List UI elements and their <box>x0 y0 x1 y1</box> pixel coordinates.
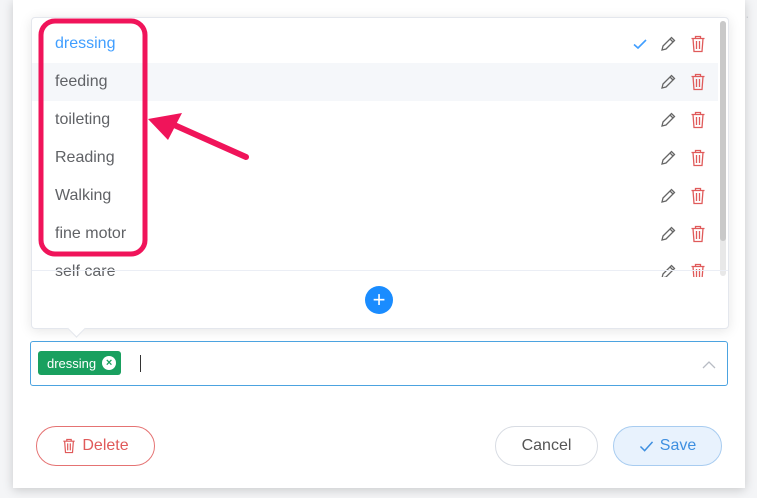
options-popover: dressing feeding toileting Reading Walki… <box>31 17 729 329</box>
background-fragment: · <box>745 8 750 24</box>
options-list: dressing feeding toileting Reading Walki… <box>32 25 718 277</box>
trash-icon[interactable] <box>688 34 708 54</box>
option-label: Walking <box>55 187 112 204</box>
pencil-icon[interactable] <box>658 186 678 206</box>
option-label: Reading <box>55 149 115 166</box>
save-button[interactable]: Save <box>613 426 722 466</box>
pencil-icon[interactable] <box>658 110 678 130</box>
trash-icon[interactable] <box>688 186 708 206</box>
cancel-label: Cancel <box>521 437 572 454</box>
trash-icon[interactable] <box>688 148 708 168</box>
option-item-fine-motor[interactable]: fine motor <box>32 215 718 253</box>
selected-tag: dressing × <box>38 351 122 375</box>
check-icon <box>639 440 654 453</box>
option-item-walking[interactable]: Walking <box>32 177 718 215</box>
option-item-feeding[interactable]: feeding <box>32 63 718 101</box>
text-cursor <box>140 355 141 372</box>
pencil-icon[interactable] <box>658 224 678 244</box>
check-icon <box>630 34 650 54</box>
option-label: toileting <box>55 111 111 128</box>
option-item-reading[interactable]: Reading <box>32 139 718 177</box>
plus-icon: + <box>372 287 386 312</box>
add-option-button[interactable]: + <box>365 286 393 314</box>
pencil-icon[interactable] <box>658 72 678 92</box>
save-label: Save <box>659 437 697 454</box>
option-item-self-care[interactable]: self care <box>32 253 718 277</box>
scrollbar-thumb[interactable] <box>720 21 726 241</box>
cancel-button[interactable]: Cancel <box>495 426 598 466</box>
delete-button[interactable]: Delete <box>36 426 155 466</box>
close-circle-icon[interactable]: × <box>102 356 117 370</box>
trash-icon <box>62 438 76 454</box>
option-item-toileting[interactable]: toileting <box>32 101 718 139</box>
pencil-icon[interactable] <box>658 148 678 168</box>
pencil-icon[interactable] <box>658 34 678 54</box>
tag-select-input[interactable]: dressing × <box>30 341 728 386</box>
option-label: feeding <box>55 73 108 90</box>
trash-icon[interactable] <box>688 224 708 244</box>
option-item-dressing[interactable]: dressing <box>32 25 718 63</box>
popover-divider <box>32 270 728 271</box>
trash-icon[interactable] <box>688 110 708 130</box>
chevron-up-icon[interactable] <box>702 357 716 375</box>
list-scrollbar[interactable] <box>720 21 726 276</box>
trash-icon[interactable] <box>688 72 708 92</box>
delete-label: Delete <box>82 437 129 454</box>
option-label: fine motor <box>55 225 127 242</box>
tag-label: dressing <box>47 355 97 371</box>
option-label: dressing <box>55 35 116 52</box>
